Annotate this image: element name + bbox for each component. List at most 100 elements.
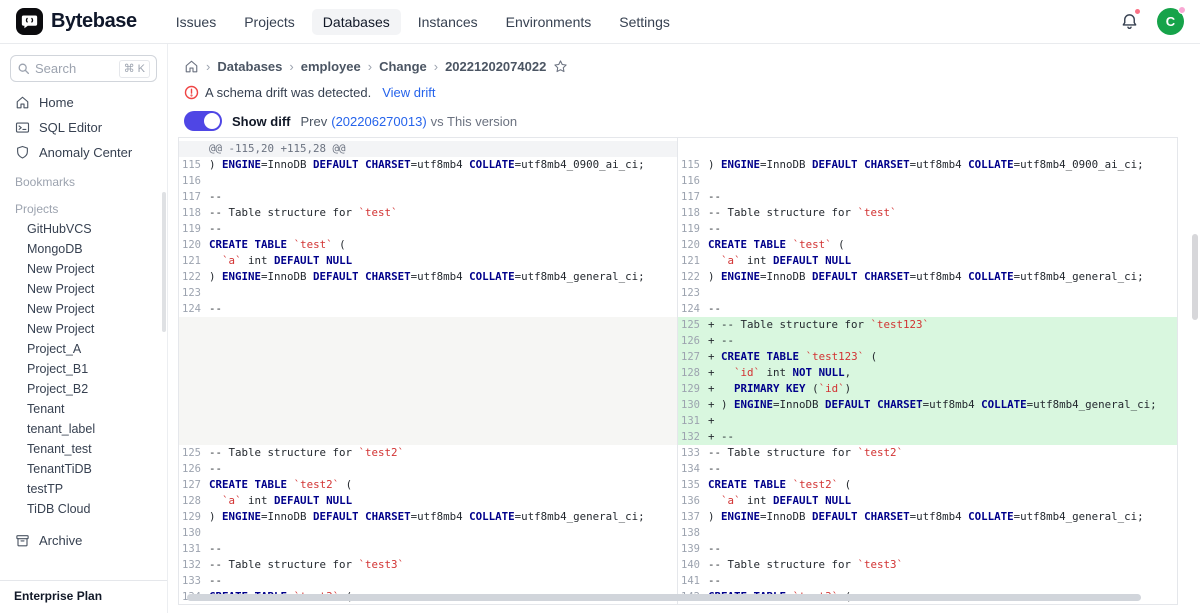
diff-gap-row (179, 429, 677, 445)
diff-code-row: 126-- (179, 461, 677, 477)
show-diff-toggle[interactable] (184, 111, 222, 131)
line-number: 116 (179, 173, 209, 189)
breadcrumb-item[interactable]: Change (379, 59, 427, 74)
breadcrumb-separator: › (434, 59, 438, 74)
sidebar-project-item[interactable]: Tenant (0, 399, 167, 419)
diff-code-row: 137) ENGINE=InnoDB DEFAULT CHARSET=utf8m… (678, 509, 1177, 525)
breadcrumb-item[interactable]: 20221202074022 (445, 59, 546, 74)
line-number: 135 (678, 477, 708, 493)
avatar-letter: C (1166, 14, 1175, 29)
code-line (209, 525, 677, 541)
sidebar-item-home[interactable]: Home (0, 90, 167, 115)
sidebar-item-anomaly-center[interactable]: Anomaly Center (0, 140, 167, 165)
diff-added-row: 132+ -- (678, 429, 1177, 445)
diff-code-row: 140-- Table structure for `test3` (678, 557, 1177, 573)
sidebar-item-label: SQL Editor (39, 120, 102, 135)
horizontal-scrollbar[interactable] (187, 594, 1141, 601)
diff-code-row: 120CREATE TABLE `test` ( (179, 237, 677, 253)
sidebar-project-item[interactable]: testTP (0, 479, 167, 499)
line-number: 126 (678, 333, 708, 349)
code-line (209, 173, 677, 189)
search-input[interactable]: Search ⌘ K (10, 55, 157, 82)
code-line (209, 381, 677, 397)
sidebar-project-item[interactable]: New Project (0, 259, 167, 279)
line-number: 122 (179, 269, 209, 285)
view-drift-link[interactable]: View drift (382, 85, 435, 100)
diff-code-row: 123 (678, 285, 1177, 301)
nav-item-issues[interactable]: Issues (165, 9, 227, 35)
sidebar-project-item[interactable]: TiDB Cloud (0, 499, 167, 519)
sidebar-project-item[interactable]: New Project (0, 319, 167, 339)
breadcrumb-separator: › (368, 59, 372, 74)
line-number: 125 (678, 317, 708, 333)
diff-code-row: 139-- (678, 541, 1177, 557)
diff-code-row: 134-- (678, 461, 1177, 477)
bookmark-star-icon[interactable] (553, 59, 568, 74)
diff-code-row: 127CREATE TABLE `test2` ( (179, 477, 677, 493)
breadcrumb-separator: › (206, 59, 210, 74)
sidebar-project-item[interactable]: MongoDB (0, 239, 167, 259)
sidebar-project-item[interactable]: Project_A (0, 339, 167, 359)
sidebar-item-sql-editor[interactable]: SQL Editor (0, 115, 167, 140)
diff-code-row: 121 `a` int DEFAULT NULL (678, 253, 1177, 269)
line-number: 117 (678, 189, 708, 205)
breadcrumb-item[interactable]: employee (301, 59, 361, 74)
line-number: 128 (179, 493, 209, 509)
diff-code-row: 117-- (678, 189, 1177, 205)
code-line: -- Table structure for `test2` (708, 445, 1177, 461)
nav-item-projects[interactable]: Projects (233, 9, 306, 35)
diff-added-row: 129+ PRIMARY KEY (`id`) (678, 381, 1177, 397)
sidebar-scrollbar[interactable] (162, 192, 166, 332)
sidebar-item-archive[interactable]: Archive (0, 528, 167, 553)
line-number: 129 (678, 381, 708, 397)
code-line: -- (209, 573, 677, 589)
sidebar-item-label: Anomaly Center (39, 145, 132, 160)
diff-code-row: 125-- Table structure for `test2` (179, 445, 677, 461)
top-navbar: Bytebase IssuesProjectsDatabasesInstance… (0, 0, 1200, 44)
prev-version-link[interactable]: (202206270013) (331, 114, 426, 129)
code-line: CREATE TABLE `test` ( (708, 237, 1177, 253)
line-number: 117 (179, 189, 209, 205)
code-line: CREATE TABLE `test` ( (209, 237, 677, 253)
vertical-scrollbar[interactable] (1192, 234, 1198, 320)
code-line: -- (209, 301, 677, 317)
line-number (179, 413, 209, 429)
code-line: -- (209, 221, 677, 237)
nav-item-instances[interactable]: Instances (407, 9, 489, 35)
line-number (179, 317, 209, 333)
line-number: 134 (678, 461, 708, 477)
breadcrumb-home-icon[interactable] (184, 59, 199, 74)
diff-pane-previous: @@ -115,20 +115,28 @@115) ENGINE=InnoDB … (179, 138, 678, 604)
sidebar-project-item[interactable]: Project_B1 (0, 359, 167, 379)
home-icon (15, 95, 30, 110)
notifications-bell-icon[interactable] (1120, 12, 1139, 31)
bytebase-logo[interactable]: Bytebase (16, 8, 137, 35)
diff-gap-row (179, 333, 677, 349)
diff-code-row: 122) ENGINE=InnoDB DEFAULT CHARSET=utf8m… (678, 269, 1177, 285)
nav-item-settings[interactable]: Settings (608, 9, 681, 35)
schema-diff-view: @@ -115,20 +115,28 @@115) ENGINE=InnoDB … (178, 137, 1178, 605)
nav-item-databases[interactable]: Databases (312, 9, 401, 35)
sidebar-project-item[interactable]: New Project (0, 299, 167, 319)
line-number: 119 (179, 221, 209, 237)
sidebar-project-item[interactable]: tenant_label (0, 419, 167, 439)
sidebar-project-item[interactable]: TenantTiDB (0, 459, 167, 479)
avatar[interactable]: C (1157, 8, 1184, 35)
code-line: ) ENGINE=InnoDB DEFAULT CHARSET=utf8mb4 … (708, 157, 1177, 173)
nav-item-environments[interactable]: Environments (495, 9, 603, 35)
diff-code-row: 121 `a` int DEFAULT NULL (179, 253, 677, 269)
line-number: 118 (179, 205, 209, 221)
diff-gap-row (179, 397, 677, 413)
sidebar-project-item[interactable]: New Project (0, 279, 167, 299)
code-line: -- (209, 189, 677, 205)
sidebar-project-item[interactable]: Tenant_test (0, 439, 167, 459)
breadcrumb-item[interactable]: Databases (217, 59, 282, 74)
sidebar-project-item[interactable]: Project_B2 (0, 379, 167, 399)
breadcrumb-separator: › (289, 59, 293, 74)
code-line (209, 429, 677, 445)
notification-dot (1135, 9, 1140, 14)
line-number: 123 (179, 285, 209, 301)
diff-added-row: 125+ -- Table structure for `test123` (678, 317, 1177, 333)
sidebar-project-item[interactable]: GitHubVCS (0, 219, 167, 239)
archive-icon (15, 533, 30, 548)
